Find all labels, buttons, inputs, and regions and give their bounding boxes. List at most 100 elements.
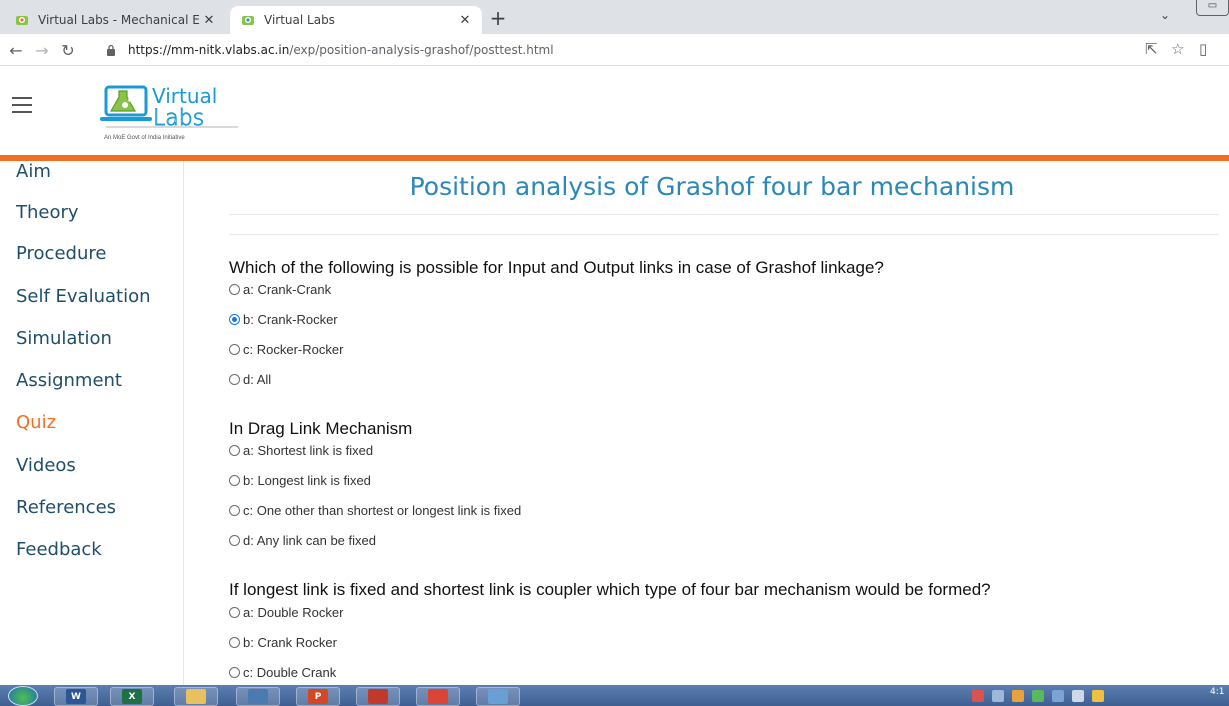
- chrome-app-icon: [428, 689, 448, 704]
- browser-tab-strip: Virtual Labs - Mechanical Engine ✕ Virtu…: [0, 0, 1229, 34]
- url-host: https://mm-nitk.vlabs.ac.in: [128, 43, 290, 57]
- taskbar-app-button[interactable]: [236, 687, 280, 706]
- radio-button[interactable]: [229, 667, 240, 678]
- question-1-option-d[interactable]: d: All: [229, 372, 271, 387]
- sidebar-item-quiz[interactable]: Quiz: [16, 412, 56, 433]
- tray-icon[interactable]: [992, 690, 1004, 702]
- radio-button[interactable]: [229, 445, 240, 456]
- section-divider: [229, 234, 1219, 235]
- os-taskbar: W X P 4:1: [0, 685, 1229, 706]
- site-header: Virtual Labs An MoE Govt of India Initia…: [0, 67, 1229, 155]
- tab-title: Virtual Labs - Mechanical Engine: [38, 13, 200, 27]
- vlabs-favicon-icon: [240, 12, 256, 28]
- viewer-app-icon: [368, 689, 388, 704]
- radio-button[interactable]: [229, 475, 240, 486]
- calculator-app-icon: [248, 689, 268, 704]
- taskbar-app-button[interactable]: [174, 687, 218, 706]
- taskbar-app-button[interactable]: W: [54, 687, 98, 706]
- option-label: b: Crank-Rocker: [243, 312, 338, 327]
- option-label: c: Double Crank: [243, 665, 337, 680]
- network-icon[interactable]: [1052, 690, 1064, 702]
- option-label: c: One other than shortest or longest li…: [243, 503, 522, 518]
- paint-app-icon: [488, 689, 508, 704]
- sidebar-item-simulation[interactable]: Simulation: [16, 328, 112, 349]
- taskbar-app-button[interactable]: P: [296, 687, 340, 706]
- url-path: /exp/position-analysis-grashof/posttest.…: [289, 43, 554, 57]
- vlabs-favicon-icon: [14, 12, 30, 28]
- radio-button[interactable]: [229, 344, 240, 355]
- hamburger-menu-icon[interactable]: [12, 97, 32, 113]
- sidebar-nav: Aim Theory Procedure Self Evaluation Sim…: [0, 161, 184, 685]
- question-1-option-a[interactable]: a: Crank-Crank: [229, 282, 331, 297]
- forward-arrow-icon[interactable]: →: [32, 40, 52, 60]
- sidebar-item-procedure[interactable]: Procedure: [16, 243, 106, 264]
- option-label: b: Crank Rocker: [243, 635, 337, 650]
- tray-icon[interactable]: [1032, 690, 1044, 702]
- back-arrow-icon[interactable]: ←: [6, 40, 26, 60]
- address-bar[interactable]: https://mm-nitk.vlabs.ac.in/exp/position…: [106, 38, 1186, 62]
- word-app-icon: W: [66, 689, 86, 704]
- option-label: a: Double Rocker: [243, 605, 344, 620]
- logo-tagline: An MoE Govt of India Initiative: [104, 135, 185, 141]
- radio-button[interactable]: [229, 374, 240, 385]
- browser-toolbar: ← → ↻ https://mm-nitk.vlabs.ac.in/exp/po…: [0, 34, 1229, 66]
- question-3-text: If longest link is fixed and shortest li…: [229, 580, 991, 599]
- tray-icon[interactable]: [1092, 690, 1104, 702]
- side-panel-icon[interactable]: ▯: [1199, 40, 1207, 58]
- tab-title: Virtual Labs: [264, 13, 335, 27]
- sidebar-item-assignment[interactable]: Assignment: [16, 370, 122, 391]
- start-button-icon[interactable]: [8, 686, 38, 706]
- question-2-option-b[interactable]: b: Longest link is fixed: [229, 473, 371, 488]
- close-tab-icon[interactable]: ✕: [200, 11, 218, 29]
- question-3-option-c[interactable]: c: Double Crank: [229, 665, 336, 680]
- question-2-text: In Drag Link Mechanism: [229, 419, 413, 438]
- explorer-app-icon: [186, 689, 206, 704]
- taskbar-app-button[interactable]: [416, 687, 460, 706]
- radio-button[interactable]: [229, 535, 240, 546]
- question-2-option-a[interactable]: a: Shortest link is fixed: [229, 443, 373, 458]
- sidebar-item-references[interactable]: References: [16, 497, 116, 518]
- sidebar-item-theory[interactable]: Theory: [16, 202, 79, 223]
- tab-search-chevron-icon[interactable]: ⌄: [1160, 8, 1170, 22]
- reload-icon[interactable]: ↻: [58, 40, 78, 60]
- virtual-labs-logo[interactable]: Virtual Labs An MoE Govt of India Initia…: [100, 75, 240, 147]
- option-label: a: Crank-Crank: [243, 282, 332, 297]
- radio-button[interactable]: [229, 284, 240, 295]
- volume-icon[interactable]: [1072, 690, 1084, 702]
- radio-button[interactable]: [229, 637, 240, 648]
- taskbar-app-button[interactable]: [356, 687, 400, 706]
- window-restore-icon[interactable]: ▭: [1196, 0, 1229, 16]
- browser-tab-virtual-labs[interactable]: Virtual Labs ✕: [230, 6, 482, 34]
- taskbar-clock[interactable]: 4:1: [1210, 687, 1224, 697]
- radio-button-selected[interactable]: [229, 314, 240, 325]
- browser-tab-mechanical[interactable]: Virtual Labs - Mechanical Engine ✕: [8, 6, 226, 34]
- option-label: b: Longest link is fixed: [243, 473, 371, 488]
- taskbar-app-button[interactable]: X: [110, 687, 154, 706]
- share-icon[interactable]: ⇱: [1145, 40, 1158, 58]
- option-label: d: Any link can be fixed: [243, 533, 376, 548]
- question-1-option-b[interactable]: b: Crank-Rocker: [229, 312, 338, 327]
- taskbar-app-button[interactable]: [476, 687, 520, 706]
- sidebar-item-videos[interactable]: Videos: [16, 455, 76, 476]
- main-content: Position analysis of Grashof four bar me…: [185, 161, 1229, 685]
- sidebar-item-self-evaluation[interactable]: Self Evaluation: [16, 286, 151, 307]
- question-3-option-b[interactable]: b: Crank Rocker: [229, 635, 337, 650]
- question-2-option-d[interactable]: d: Any link can be fixed: [229, 533, 376, 548]
- radio-button[interactable]: [229, 505, 240, 516]
- question-1-option-c[interactable]: c: Rocker-Rocker: [229, 342, 343, 357]
- logo-word-labs: Labs: [153, 106, 204, 131]
- new-tab-button[interactable]: +: [486, 8, 510, 30]
- sidebar-item-feedback[interactable]: Feedback: [16, 539, 102, 560]
- option-label: d: All: [243, 372, 272, 387]
- excel-app-icon: X: [122, 689, 142, 704]
- question-3-option-a[interactable]: a: Double Rocker: [229, 605, 343, 620]
- bookmark-star-icon[interactable]: ☆: [1171, 40, 1184, 58]
- sidebar-item-aim[interactable]: Aim: [16, 161, 51, 182]
- radio-button[interactable]: [229, 607, 240, 618]
- close-tab-icon[interactable]: ✕: [456, 11, 474, 29]
- tray-icon[interactable]: [972, 690, 984, 702]
- logo-word-virtual: Virtual: [152, 84, 217, 108]
- question-2-option-c[interactable]: c: One other than shortest or longest li…: [229, 503, 521, 518]
- tray-icon[interactable]: [1012, 690, 1024, 702]
- page-title: Position analysis of Grashof four bar me…: [409, 172, 1015, 201]
